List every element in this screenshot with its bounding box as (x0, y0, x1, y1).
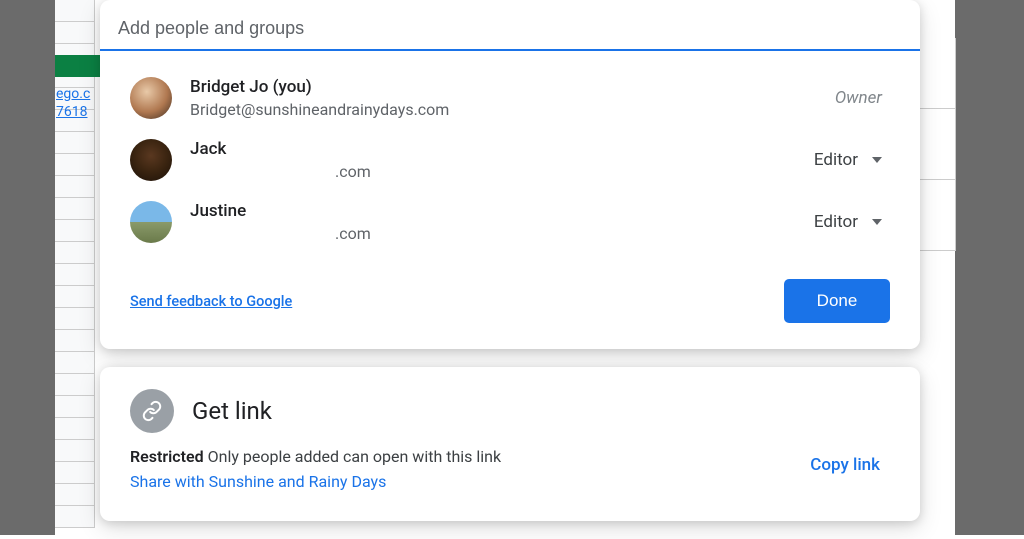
person-email: .com (335, 161, 802, 183)
role-dropdown[interactable]: Editor (802, 206, 890, 238)
role-dropdown[interactable]: Editor (802, 144, 890, 176)
role-label-owner: Owner (835, 88, 890, 108)
sheet-cell-link[interactable]: ego.c 7618 (56, 85, 90, 121)
done-button[interactable]: Done (784, 279, 890, 323)
feedback-link[interactable]: Send feedback to Google (130, 293, 292, 310)
copy-link-button[interactable]: Copy link (800, 447, 890, 483)
avatar (130, 139, 172, 181)
share-with-org-link[interactable]: Share with Sunshine and Rainy Days (130, 472, 501, 491)
chevron-down-icon (872, 219, 882, 225)
get-link-card: Get link Restricted Only people added ca… (100, 367, 920, 521)
person-email: Bridget@sunshineandrainydays.com (190, 99, 835, 121)
add-people-input[interactable] (118, 18, 902, 39)
share-dialog: Bridget Jo (you) Bridget@sunshineandrain… (100, 0, 920, 349)
get-link-title: Get link (192, 397, 272, 425)
person-row-owner: Bridget Jo (you) Bridget@sunshineandrain… (130, 67, 890, 129)
link-icon (130, 389, 174, 433)
avatar (130, 77, 172, 119)
person-name: Justine (190, 200, 802, 223)
person-row: Justine .com Editor (130, 191, 890, 253)
person-name: Bridget Jo (you) (190, 76, 835, 99)
avatar (130, 201, 172, 243)
restriction-text: Restricted Only people added can open wi… (130, 447, 501, 466)
person-email: .com (335, 223, 802, 245)
person-row: Jack .com Editor (130, 129, 890, 191)
person-name: Jack (190, 138, 802, 161)
chevron-down-icon (872, 157, 882, 163)
